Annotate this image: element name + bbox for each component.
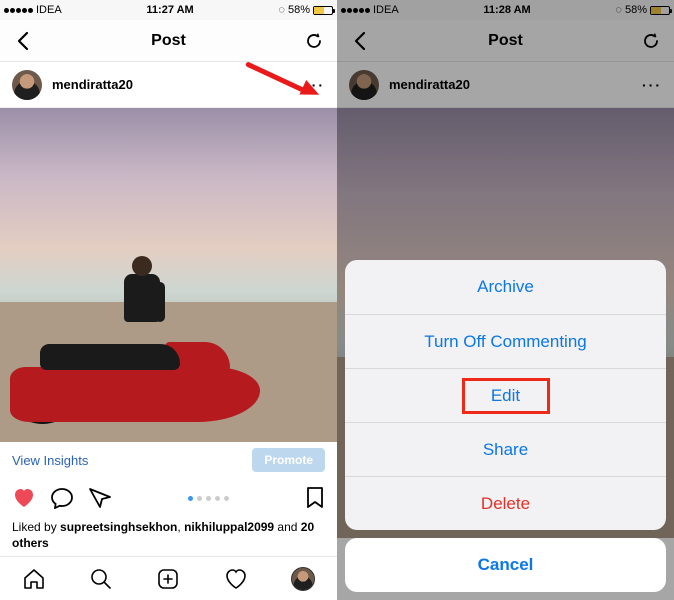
- phone-right: IDEA 11:28 AM ◌ 58% Post mendiratta20: [337, 0, 674, 600]
- insights-row: View Insights Promote: [0, 442, 337, 478]
- clock-label: 11:27 AM: [146, 4, 193, 16]
- promote-button[interactable]: Promote: [252, 448, 325, 472]
- refresh-icon: [304, 31, 324, 51]
- more-options-button[interactable]: ···: [305, 77, 325, 93]
- battery-icon: [313, 6, 333, 15]
- home-tab[interactable]: [22, 567, 46, 591]
- post-photo[interactable]: [0, 108, 337, 442]
- heart-outline-icon: [224, 568, 248, 590]
- sheet-cancel[interactable]: Cancel: [345, 538, 666, 592]
- page-title: Post: [151, 32, 186, 50]
- tab-bar: [0, 556, 337, 600]
- sheet-delete[interactable]: Delete: [345, 476, 666, 530]
- search-tab[interactable]: [89, 567, 113, 591]
- sheet-edit[interactable]: Edit: [345, 368, 666, 422]
- action-bar: [0, 478, 337, 518]
- username-label[interactable]: mendiratta20: [52, 77, 133, 92]
- battery-label: 58%: [288, 4, 310, 16]
- refresh-button[interactable]: [301, 28, 327, 54]
- action-sheet: Archive Turn Off Commenting Edit Share D…: [345, 260, 666, 592]
- annotation-highlight: [462, 378, 550, 414]
- carrier-label: IDEA: [36, 4, 62, 16]
- bookmark-button[interactable]: [305, 486, 325, 510]
- plus-square-icon: [156, 567, 180, 591]
- search-icon: [89, 567, 113, 591]
- likes-text[interactable]: Liked by supreetsinghsekhon, nikhiluppal…: [0, 518, 337, 557]
- status-bar: IDEA 11:27 AM ◌ 58%: [0, 0, 337, 20]
- chevron-left-icon: [16, 31, 30, 51]
- activity-tab[interactable]: [224, 568, 248, 590]
- phone-left: IDEA 11:27 AM ◌ 58% Post mendiratta20: [0, 0, 337, 600]
- avatar[interactable]: [12, 70, 42, 100]
- signal-dots-icon: [4, 8, 33, 13]
- share-button[interactable]: [88, 487, 112, 509]
- send-icon: [88, 487, 112, 509]
- photo-content: [115, 252, 170, 372]
- loading-icon: ◌: [278, 4, 285, 16]
- sheet-share[interactable]: Share: [345, 422, 666, 476]
- home-icon: [22, 567, 46, 591]
- new-post-tab[interactable]: [156, 567, 180, 591]
- comment-icon: [50, 487, 74, 509]
- profile-tab[interactable]: [291, 567, 315, 591]
- bookmark-icon: [305, 486, 325, 510]
- profile-row: mendiratta20 ···: [0, 62, 337, 108]
- heart-icon: [12, 487, 36, 509]
- page-indicator: [188, 496, 229, 501]
- nav-bar: Post: [0, 20, 337, 62]
- sheet-turn-off-commenting[interactable]: Turn Off Commenting: [345, 314, 666, 368]
- comment-button[interactable]: [50, 487, 74, 509]
- sheet-archive[interactable]: Archive: [345, 260, 666, 314]
- back-button[interactable]: [10, 28, 36, 54]
- view-insights-link[interactable]: View Insights: [12, 453, 88, 468]
- like-button[interactable]: [12, 487, 36, 509]
